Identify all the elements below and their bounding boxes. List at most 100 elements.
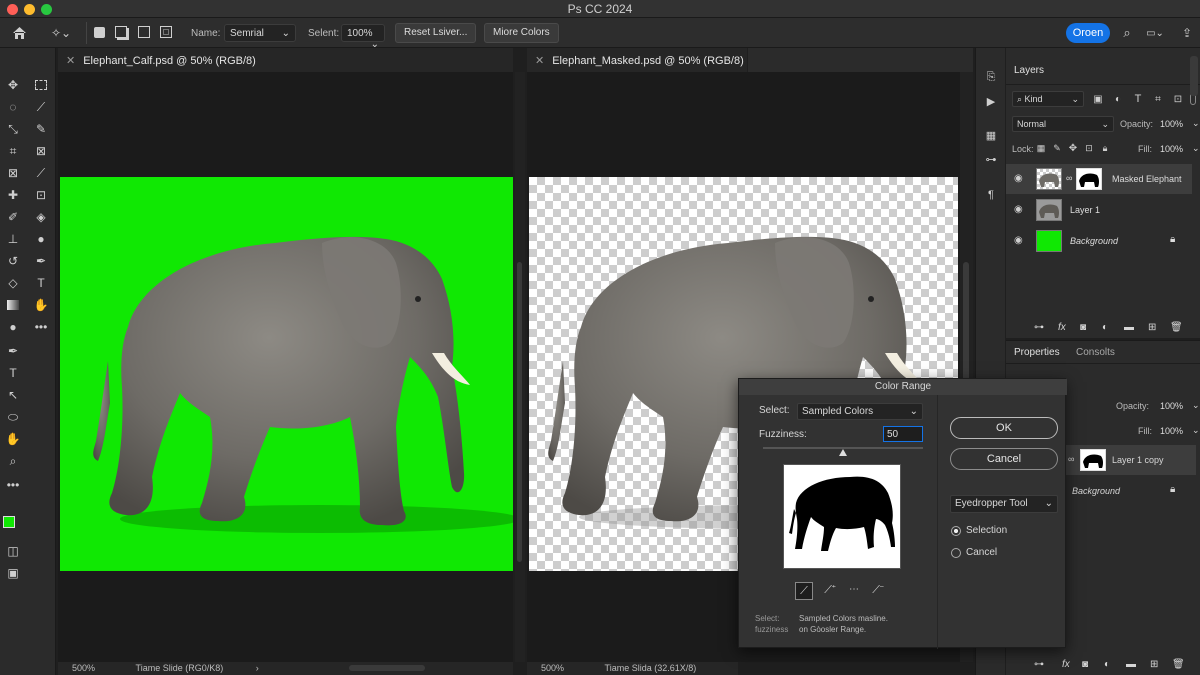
- add-to-selection-icon[interactable]: [115, 26, 127, 38]
- panel-scrollbar[interactable]: [1190, 56, 1198, 96]
- name-select[interactable]: Semrial ⌄: [224, 24, 296, 42]
- adjustments-panel-icon[interactable]: ⊶: [982, 150, 1000, 168]
- fuzziness-input[interactable]: 50: [883, 426, 923, 442]
- path-selection-tool-icon[interactable]: ↖: [2, 386, 24, 404]
- filter-adjustment-icon[interactable]: ◐: [1110, 91, 1126, 107]
- add-mask-icon[interactable]: ◙: [1080, 322, 1086, 333]
- new-group-icon[interactable]: ▬: [1124, 322, 1134, 333]
- eraser-tool-icon[interactable]: ◇: [2, 274, 24, 292]
- eyedropper-icon[interactable]: ⟋: [795, 582, 813, 600]
- ellipse-tool-icon[interactable]: ⬭: [2, 408, 24, 426]
- cancel-radio[interactable]: [951, 548, 961, 558]
- more-tools-icon[interactable]: •••: [30, 318, 52, 336]
- magic-wand-tool-icon[interactable]: ⟋: [30, 98, 52, 116]
- cancel-button[interactable]: Cancel: [950, 448, 1058, 470]
- layer-name[interactable]: Background: [1070, 236, 1118, 246]
- layer-name[interactable]: Layer 1 copy: [1112, 455, 1164, 465]
- filter-pixel-icon[interactable]: ▣: [1090, 91, 1106, 107]
- eye-visibility-icon[interactable]: ◉: [1014, 235, 1023, 246]
- lock-image-pixels-icon[interactable]: ✎: [1050, 141, 1064, 155]
- select-percent-select[interactable]: 100% ⌄: [341, 24, 385, 50]
- close-tab-icon[interactable]: ✕: [66, 55, 75, 67]
- clone-stamp-tool-icon[interactable]: ⊥: [2, 230, 24, 248]
- pen-tool-secondary-icon[interactable]: ✒: [2, 342, 24, 360]
- hand-tool-icon[interactable]: ✋: [30, 296, 52, 314]
- healing-brush-tool-icon[interactable]: ✚: [2, 186, 24, 204]
- chain-link-icon[interactable]: ∞: [1066, 173, 1072, 183]
- layer-row[interactable]: ◉ ∞ Masked Elephant: [1006, 164, 1192, 194]
- new-layer-icon[interactable]: ⊞: [1148, 322, 1156, 333]
- zoom-level[interactable]: 500%: [72, 663, 95, 673]
- foreground-color-swatch[interactable]: [3, 516, 15, 528]
- layer-row[interactable]: ◉ Background 🔒︎: [1006, 226, 1192, 256]
- slice-tool-icon[interactable]: ⊠: [30, 142, 52, 160]
- layer-style-fx-icon[interactable]: fx: [1058, 322, 1066, 333]
- horizontal-scrollbar[interactable]: [349, 665, 426, 671]
- reset-layer-button[interactable]: Reset Lsiver...: [395, 23, 477, 43]
- quick-selection-tool-icon[interactable]: ✎: [30, 120, 52, 138]
- ok-button[interactable]: OK: [950, 417, 1058, 439]
- crop-tool-icon[interactable]: ⌗: [2, 142, 24, 160]
- gradient-tool-icon[interactable]: [2, 296, 24, 314]
- opacity-value[interactable]: 100%: [1160, 401, 1183, 411]
- chain-link-icon[interactable]: ∞: [1068, 454, 1074, 464]
- blur-tool-icon[interactable]: ●: [30, 230, 52, 248]
- pen-tool-icon[interactable]: ✒: [30, 252, 52, 270]
- lock-transparent-pixels-icon[interactable]: ▦: [1034, 141, 1048, 155]
- link-layers-icon[interactable]: ⊶: [1034, 322, 1044, 333]
- document-tab-elephant-calf[interactable]: ✕ Elephant_Calf.psd @ 50% (RGB/8): [58, 48, 513, 72]
- chevron-right-icon[interactable]: ›: [256, 663, 259, 673]
- close-tab-icon[interactable]: ✕: [535, 55, 544, 67]
- eye-visibility-icon[interactable]: ◉: [1014, 204, 1023, 215]
- layer-row-selected[interactable]: ∞ Layer 1 copy: [1066, 445, 1196, 475]
- patch-tool-icon[interactable]: ⊡: [30, 186, 52, 204]
- fuzziness-slider-thumb[interactable]: [839, 449, 847, 456]
- eyedropper-tool-icon[interactable]: ⟋: [30, 164, 52, 182]
- add-mask-icon[interactable]: ◙: [1082, 659, 1088, 670]
- marquee-tool-icon[interactable]: [30, 76, 52, 94]
- delete-layer-icon[interactable]: 🗑︎: [1170, 322, 1183, 333]
- eye-visibility-icon[interactable]: ◉: [1014, 173, 1023, 184]
- actions-play-icon[interactable]: ▶: [982, 92, 1000, 110]
- panel-splitter[interactable]: [515, 72, 525, 662]
- vertical-scrollbar[interactable]: [517, 262, 522, 562]
- doc-status[interactable]: Tiame Slida (32.61X/8): [605, 663, 697, 673]
- fill-value[interactable]: 100%: [1160, 144, 1183, 154]
- zoom-level[interactable]: 500%: [541, 663, 564, 673]
- elephant-calf-canvas[interactable]: [60, 177, 513, 571]
- brush-tool-icon[interactable]: ✐: [2, 208, 24, 226]
- type-tool-secondary-icon[interactable]: T: [2, 364, 24, 382]
- type-tool-icon[interactable]: T: [30, 274, 52, 292]
- layer-mask-thumbnail[interactable]: [1076, 168, 1102, 190]
- hand-tool-secondary-icon[interactable]: ✋: [2, 430, 24, 448]
- layer-name[interactable]: Background: [1072, 486, 1120, 496]
- selection-radio[interactable]: [951, 526, 961, 536]
- layers-panel-title[interactable]: Layers: [1014, 65, 1044, 76]
- filter-shape-icon[interactable]: ⌗: [1150, 91, 1166, 107]
- intersect-selection-icon[interactable]: [160, 26, 172, 38]
- tab-properties[interactable]: Properties: [1014, 347, 1060, 358]
- eyedropper-minus-icon[interactable]: ⟋⁻: [869, 582, 887, 600]
- frame-tool-icon[interactable]: ⊠: [2, 164, 24, 182]
- screen-mode-icon[interactable]: ▣: [2, 564, 24, 582]
- history-brush-tool-icon[interactable]: ↺: [2, 252, 24, 270]
- document-tab-elephant-masked[interactable]: ✕ Elephant_Masked.psd @ 50% (RGB/8): [527, 48, 747, 72]
- zoom-tool-icon[interactable]: ⌕: [2, 452, 24, 470]
- layer-filter-select[interactable]: ⌕ Kind ⌄: [1012, 91, 1084, 107]
- history-panel-icon[interactable]: ⎘: [982, 68, 1000, 86]
- new-layer-icon[interactable]: ⊞: [1150, 659, 1158, 670]
- lock-position-icon[interactable]: ✥: [1066, 141, 1080, 155]
- chevron-down-icon[interactable]: ⌄: [1192, 143, 1200, 154]
- select-colors-dropdown[interactable]: Sampled Colors ⌄: [797, 403, 923, 420]
- edit-toolbar-icon[interactable]: •••: [2, 476, 24, 494]
- paint-bucket-tool-icon[interactable]: ◈: [30, 208, 52, 226]
- subtract-selection-icon[interactable]: [138, 26, 150, 38]
- layer-name[interactable]: Layer 1: [1070, 205, 1100, 215]
- chevron-down-icon[interactable]: ⌄: [1192, 400, 1200, 411]
- layer-row[interactable]: ◉ Layer 1: [1006, 195, 1192, 225]
- move-tool-icon[interactable]: ✥: [2, 76, 24, 94]
- new-group-icon[interactable]: ▬: [1126, 659, 1136, 670]
- layer-mask-thumbnail[interactable]: [1080, 449, 1106, 471]
- quick-mask-icon[interactable]: ◫: [2, 542, 24, 560]
- sample-tool-icon[interactable]: ⋯: [845, 582, 863, 600]
